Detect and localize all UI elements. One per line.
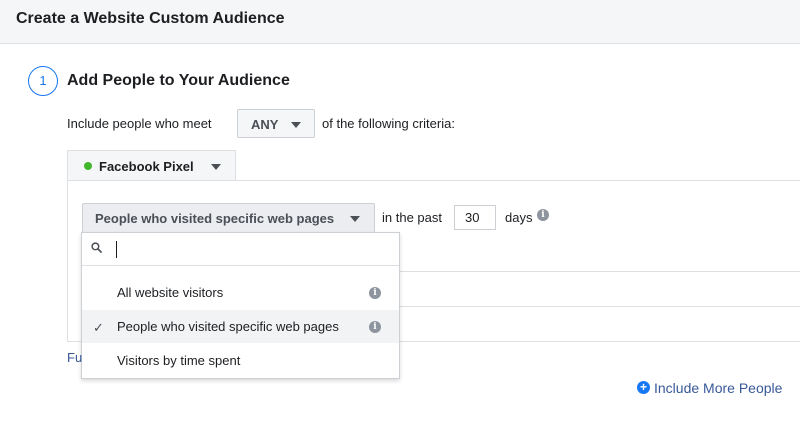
status-dot-icon [84, 162, 92, 170]
menu-search-field[interactable] [82, 233, 399, 266]
page-title: Create a Website Custom Audience [16, 10, 285, 27]
menu-item-label: All website visitors [117, 285, 224, 300]
header-bar: Create a Website Custom Audience [0, 0, 800, 44]
info-icon[interactable]: i [537, 209, 549, 221]
info-icon[interactable]: i [369, 321, 381, 333]
menu-item-specific-pages[interactable]: ✓ People who visited specific web pages … [82, 310, 399, 343]
partial-link[interactable]: Fu [67, 350, 82, 365]
source-label: Facebook Pixel [99, 159, 194, 174]
source-selector[interactable]: Facebook Pixel [67, 150, 236, 181]
text-cursor [116, 241, 117, 258]
days-label: days [505, 210, 533, 225]
menu-item-all-visitors[interactable]: All website visitors i [82, 276, 399, 309]
match-type-value: ANY [251, 117, 279, 132]
panel-divider [399, 271, 800, 272]
days-input[interactable] [454, 205, 496, 230]
step-title: Add People to Your Audience [67, 72, 290, 89]
visitor-rule-menu: All website visitors i ✓ People who visi… [81, 232, 400, 379]
in-the-past-label: in the past [382, 210, 442, 225]
info-icon[interactable]: i [369, 287, 381, 299]
search-icon [91, 242, 102, 253]
menu-item-label: Visitors by time spent [117, 353, 241, 368]
checkmark-icon: ✓ [93, 320, 104, 335]
plus-circle-icon: + [637, 381, 650, 394]
menu-item-time-spent[interactable]: Visitors by time spent [82, 344, 399, 377]
criteria-prefix: Include people who meet [67, 116, 212, 131]
visitor-rule-dropdown[interactable]: People who visited specific web pages [82, 203, 375, 233]
panel-divider [399, 306, 800, 307]
visitor-rule-value: People who visited specific web pages [95, 211, 335, 226]
chevron-down-icon [350, 216, 360, 222]
criteria-suffix: of the following criteria: [322, 116, 455, 131]
chevron-down-icon [291, 122, 301, 128]
menu-item-label: People who visited specific web pages [117, 319, 339, 334]
chevron-down-icon [211, 164, 221, 170]
step-number-badge: 1 [28, 66, 58, 96]
include-more-label: Include More People [654, 380, 783, 396]
match-type-dropdown[interactable]: ANY [237, 109, 315, 138]
